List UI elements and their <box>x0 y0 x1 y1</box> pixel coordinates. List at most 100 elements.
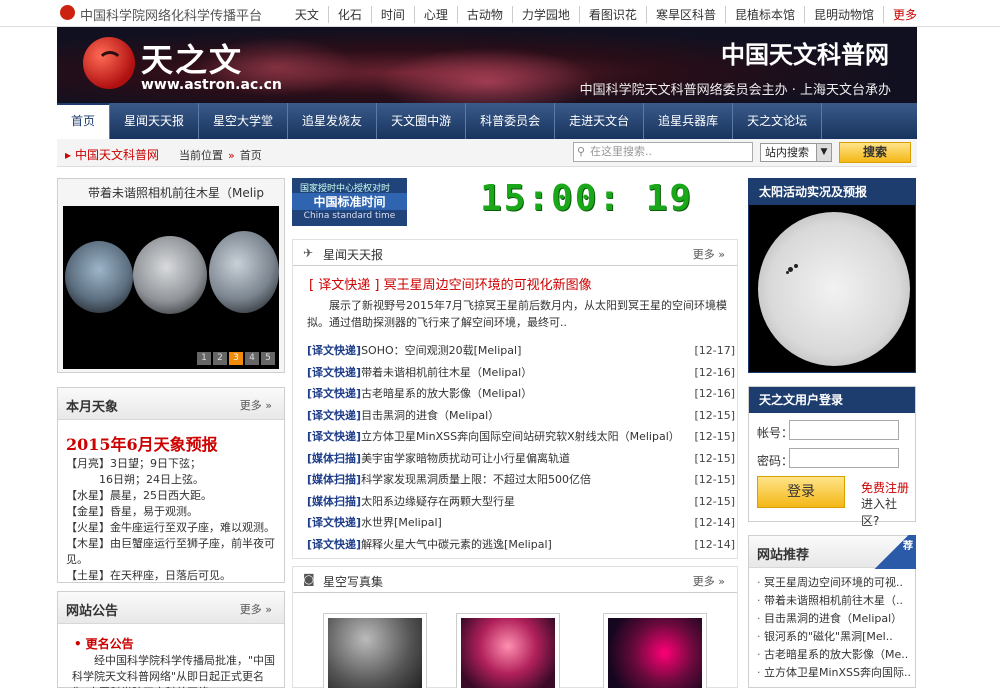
news-title[interactable]: 美宇宙学家暗物质扰动可让小行星偏离轨道 <box>361 452 570 465</box>
headline-title[interactable]: 冥王星周边空间环境的可视化新图像 <box>384 278 592 293</box>
search-button[interactable]: 搜索 <box>839 142 911 163</box>
panel-title[interactable]: 太阳活动实况及预报 <box>749 179 915 205</box>
moon-image <box>133 236 207 314</box>
list-item[interactable]: [媒体扫描]美宇宙学家暗物质扰动可让小行星偏离轨道 [12-15] <box>307 448 735 470</box>
toplink-psychology[interactable]: 心理 <box>413 6 457 23</box>
list-item[interactable]: [译文快递]古老暗星系的放大影像（Melipal） [12-16] <box>307 383 735 405</box>
toplink-zoo[interactable]: 昆明动物馆 <box>803 6 883 23</box>
news-title[interactable]: 水世界[Melipal] <box>361 516 442 529</box>
toplink-arid[interactable]: 寒旱区科普 <box>645 6 725 23</box>
site-logo-icon[interactable] <box>83 37 135 89</box>
breadcrumb-label: 当前位置 <box>179 149 223 162</box>
list-item[interactable]: [译文快递]立方体卫星MinXSS奔向国际空间站研究软X射线太阳（Melipal… <box>307 426 735 448</box>
nav-observatory[interactable]: 走进天文台 <box>555 103 645 139</box>
sky-forecast-lines: 【月亮】3日望；9日下弦； 16日朔；24日上弦。 【水星】晨星，25日西大距。… <box>66 456 280 584</box>
nav-committee[interactable]: 科普委员会 <box>466 103 556 139</box>
site-notice-panel: 网站公告 更多 » 更名公告 经中国科学院科学传播局批准，"中国科学院天文科普网… <box>57 591 285 688</box>
news-title[interactable]: 带着未谐相机前往木星（Melipal） <box>361 366 532 379</box>
list-item[interactable]: 古老暗星系的放大影像（Me.. <box>757 646 913 664</box>
news-date: [12-15] <box>694 451 735 465</box>
news-title[interactable]: 目击黑洞的进食（Melipal） <box>361 409 499 422</box>
list-item[interactable]: [译文快递]目击黑洞的进食（Melipal） [12-15] <box>307 405 735 427</box>
gallery-thumb[interactable] <box>323 613 427 688</box>
news-date: [12-16] <box>694 387 735 400</box>
nav-equipment[interactable]: 追星兵器库 <box>644 103 734 139</box>
list-item[interactable]: [译文快递]SOHO：空间观测20载[Melipal] [12-17] <box>307 340 735 362</box>
login-button[interactable]: 登录 <box>757 476 845 508</box>
nav-news[interactable]: 星闻天天报 <box>110 103 200 139</box>
toplink-flowers[interactable]: 看图识花 <box>578 6 646 23</box>
list-item[interactable]: [媒体扫描]科学家发现黑洞质量上限：不超过太阳500亿倍 [12-15] <box>307 469 735 491</box>
nav-fans[interactable]: 追星发烧友 <box>288 103 378 139</box>
list-item[interactable]: [译文快递]水世界[Melipal] [12-14] <box>307 512 735 534</box>
news-category[interactable]: [媒体扫描] <box>307 495 361 508</box>
news-category[interactable]: [译文快递] <box>307 538 361 551</box>
more-link[interactable]: 更多 » <box>693 246 725 262</box>
list-item[interactable]: 银河系的"磁化"黑洞[Mel.. <box>757 628 913 646</box>
headline[interactable]: [ 译文快递 ] 冥王星周边空间环境的可视化新图像 <box>309 274 592 293</box>
site-logo-text[interactable]: 天之文 <box>141 35 243 81</box>
slider-page-5[interactable]: 5 <box>261 352 275 365</box>
community-link[interactable]: 进入社区? <box>861 495 915 529</box>
top-bar: 中国科学院网络化科学传播平台 天文 化石 时间 心理 古动物 力学园地 看图识花… <box>0 0 1000 27</box>
list-item[interactable]: 立方体卫星MinXSS奔向国际.. <box>757 664 913 682</box>
nav-sky-college[interactable]: 星空大学堂 <box>199 103 289 139</box>
list-item[interactable]: [译文快递]解释火星大气中碳元素的逃逸[Melipal] [12-14] <box>307 534 735 556</box>
nav-circle[interactable]: 天文圈中游 <box>377 103 467 139</box>
chevron-down-icon[interactable]: ▼ <box>816 144 831 161</box>
gallery-thumb[interactable] <box>456 613 560 688</box>
news-title[interactable]: 古老暗星系的放大影像（Melipal） <box>361 387 532 400</box>
slider-page-4[interactable]: 4 <box>245 352 259 365</box>
slider-page-2[interactable]: 2 <box>213 352 227 365</box>
slider-caption[interactable]: 带着未谐照相机前往木星（Melip <box>88 184 264 201</box>
account-input[interactable] <box>789 420 899 440</box>
news-title[interactable]: 太阳系边缘疑存在两颗大型行星 <box>361 495 515 508</box>
register-link[interactable]: 免费注册 <box>861 479 909 496</box>
sky-line: 16日朔；24日上弦。 <box>66 473 204 486</box>
news-title[interactable]: 立方体卫星MinXSS奔向国际空间站研究软X射线太阳（Melipal） <box>361 430 680 443</box>
list-item[interactable]: 冥王星周边空间环境的可视.. <box>757 574 913 592</box>
slider-page-1[interactable]: 1 <box>197 352 211 365</box>
slider-image[interactable]: 1 2 3 4 5 <box>63 206 279 369</box>
password-input[interactable] <box>789 448 899 468</box>
news-category[interactable]: [媒体扫描] <box>307 452 361 465</box>
nav-forum[interactable]: 天之文论坛 <box>733 103 823 139</box>
location-bar: 中国天文科普网 当前位置 » 首页 在这里搜索.. 站内搜索 ▼ 搜索 <box>57 139 917 167</box>
news-category[interactable]: [译文快递] <box>307 344 361 357</box>
toplink-paleo[interactable]: 古动物 <box>456 6 512 23</box>
platform-name[interactable]: 中国科学院网络化科学传播平台 <box>80 5 262 24</box>
notice-title[interactable]: 更名公告 <box>74 635 134 652</box>
toplink-fossil[interactable]: 化石 <box>327 6 371 23</box>
breadcrumb-site[interactable]: 中国天文科普网 <box>65 146 159 163</box>
gallery-thumb[interactable] <box>603 613 707 688</box>
more-link[interactable]: 更多 » <box>240 601 272 617</box>
panel-title: 网站公告 <box>66 604 119 619</box>
news-category[interactable]: [译文快递] <box>307 430 361 443</box>
news-category[interactable]: [译文快递] <box>307 387 361 400</box>
breadcrumb-current[interactable]: 首页 <box>240 149 262 162</box>
sky-forecast-title[interactable]: 2015年6月天象预报 <box>66 431 218 455</box>
list-item[interactable]: [译文快递]带着未谐相机前往木星（Melipal） [12-16] <box>307 362 735 384</box>
search-input[interactable]: 在这里搜索.. <box>573 142 753 162</box>
sun-image[interactable] <box>758 212 910 366</box>
slider-page-3[interactable]: 3 <box>229 352 243 365</box>
toplink-astronomy[interactable]: 天文 <box>286 6 328 23</box>
toplink-herbarium[interactable]: 昆植标本馆 <box>724 6 804 23</box>
news-category[interactable]: [译文快递] <box>307 516 361 529</box>
news-category[interactable]: [译文快递] <box>307 409 361 422</box>
news-title[interactable]: 解释火星大气中碳元素的逃逸[Melipal] <box>361 538 552 551</box>
news-category[interactable]: [译文快递] <box>307 366 361 379</box>
list-item[interactable]: 带着未谐照相机前往木星（.. <box>757 592 913 610</box>
list-item[interactable]: 目击黑洞的进食（Melipal） <box>757 610 913 628</box>
news-category[interactable]: [媒体扫描] <box>307 473 361 486</box>
news-title[interactable]: 科学家发现黑洞质量上限：不超过太阳500亿倍 <box>361 473 591 486</box>
search-scope-select[interactable]: 站内搜索 ▼ <box>760 143 832 162</box>
news-title[interactable]: SOHO：空间观测20载[Melipal] <box>361 344 521 357</box>
more-link[interactable]: 更多 » <box>693 573 725 589</box>
toplink-mechanics[interactable]: 力学园地 <box>511 6 579 23</box>
nav-home[interactable]: 首页 <box>57 103 111 139</box>
toplink-time[interactable]: 时间 <box>370 6 414 23</box>
toplink-more[interactable]: 更多 <box>882 6 926 23</box>
more-link[interactable]: 更多 » <box>240 397 272 413</box>
list-item[interactable]: [媒体扫描]太阳系边缘疑存在两颗大型行星 [12-15] <box>307 491 735 513</box>
